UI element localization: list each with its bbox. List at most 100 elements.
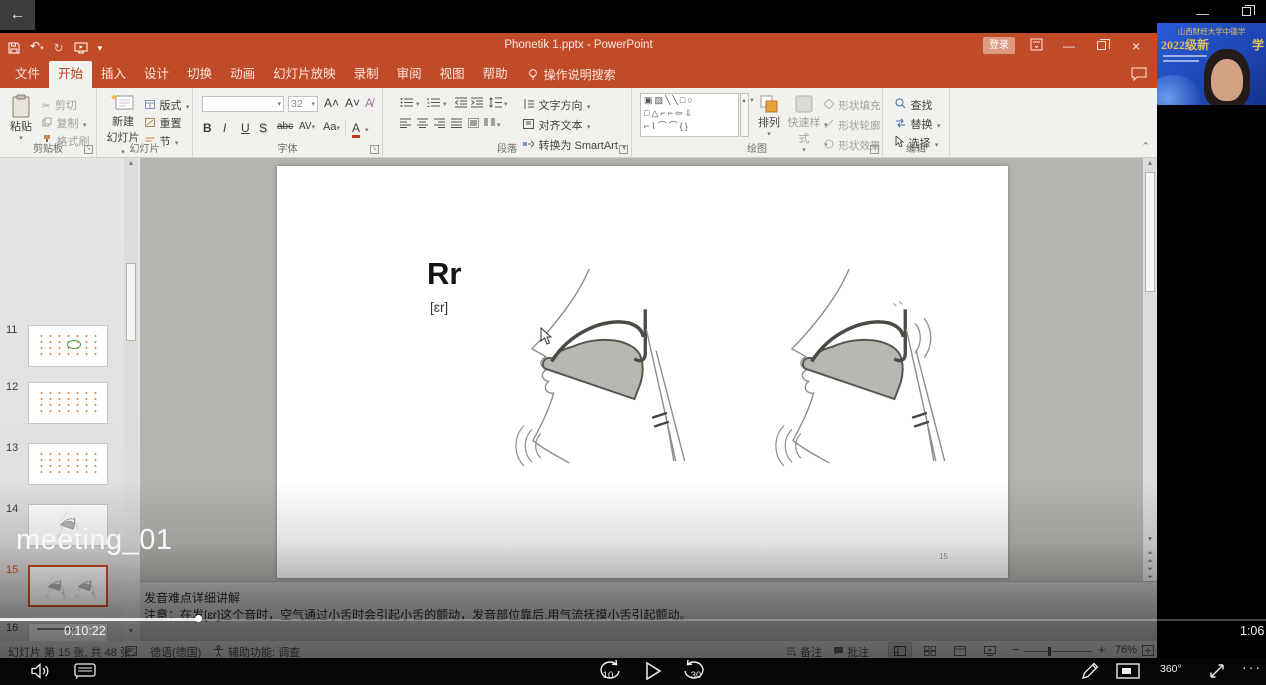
font-dialog-launcher[interactable]: ↘ <box>370 145 379 154</box>
shrink-font-icon[interactable]: A˅ <box>345 96 360 110</box>
ribbon-display-icon[interactable] <box>1030 38 1043 51</box>
tab-transitions[interactable]: 切换 <box>178 61 221 88</box>
increase-indent-icon[interactable] <box>471 97 483 108</box>
thumb-number: 13 <box>6 442 24 454</box>
font-size-combo[interactable]: 32▾ <box>288 96 318 112</box>
tab-slideshow[interactable]: 幻灯片放映 <box>264 61 345 88</box>
tab-animations[interactable]: 动画 <box>221 61 264 88</box>
tab-insert[interactable]: 插入 <box>92 61 135 88</box>
clipboard-dialog-launcher[interactable]: ↘ <box>84 145 93 154</box>
justify-icon[interactable] <box>451 118 462 128</box>
thumb-scroll-up-icon[interactable]: ▲ <box>124 160 138 167</box>
replace-button[interactable]: 替换 ▾ <box>895 115 940 133</box>
next-slide-icon[interactable]: ⏷⏷ <box>1143 566 1157 582</box>
progress-bar-handle[interactable] <box>195 615 202 622</box>
line-spacing-icon[interactable] <box>489 97 502 108</box>
paste-button[interactable]: 粘贴 ▾ <box>10 94 32 142</box>
slide-thumbnail-11[interactable] <box>28 325 108 367</box>
editor-scroll-up-icon[interactable]: ▲ <box>1143 160 1157 167</box>
drawing-dialog-launcher[interactable]: ↘ <box>870 145 879 154</box>
fit-slide-icon[interactable] <box>1142 645 1154 656</box>
rotate-360-button[interactable]: 360° <box>1160 663 1182 675</box>
grow-font-icon[interactable]: A˄ <box>324 96 339 110</box>
slide-canvas[interactable]: Rr [ɛr] 15 <box>277 166 1008 578</box>
paragraph-dialog-launcher[interactable]: ↘ <box>619 145 628 154</box>
annotate-pencil-icon[interactable] <box>1080 661 1100 681</box>
editor-scroll-down-icon[interactable]: ▼ <box>1143 536 1157 543</box>
previous-slide-icon[interactable]: ⏶⏶ <box>1143 550 1157 566</box>
zoom-slider-handle[interactable] <box>1048 647 1051 656</box>
slide-thumbnail-12[interactable] <box>28 382 108 424</box>
outer-minimize-icon[interactable]: — <box>1196 4 1209 24</box>
tab-review[interactable]: 审阅 <box>388 61 431 88</box>
align-left-icon[interactable] <box>400 118 411 128</box>
rewind-10-button[interactable]: 10 <box>596 659 622 683</box>
numbering-icon[interactable] <box>427 97 441 108</box>
notes-indicator-icon[interactable] <box>126 646 137 656</box>
layout-button[interactable]: 版式 ▾ <box>145 96 189 114</box>
window-close-icon[interactable]: × <box>1132 36 1140 56</box>
align-center-icon[interactable] <box>417 118 428 128</box>
window-minimize-icon[interactable]: — <box>1063 36 1075 56</box>
slide-thumbnail-13[interactable] <box>28 443 108 485</box>
columns-icon[interactable] <box>484 118 495 128</box>
sign-in-button[interactable]: 登录 <box>983 37 1015 54</box>
align-right-icon[interactable] <box>434 118 445 128</box>
text-shadow-button[interactable]: S <box>259 121 267 135</box>
find-button[interactable]: 查找 <box>895 96 932 114</box>
collapse-ribbon-icon[interactable]: ⌃ <box>1141 140 1150 153</box>
zoom-in-icon[interactable]: + <box>1098 642 1106 657</box>
decrease-indent-icon[interactable] <box>455 97 467 108</box>
tab-home[interactable]: 开始 <box>49 61 92 88</box>
tab-view[interactable]: 视图 <box>431 61 474 88</box>
outer-restore-icon[interactable] <box>1242 7 1251 16</box>
zoom-slider-track[interactable] <box>1024 651 1092 652</box>
distribute-icon[interactable] <box>468 118 479 128</box>
editor-scroll-thumb[interactable] <box>1145 172 1155 292</box>
back-button[interactable]: ← <box>0 0 35 30</box>
reset-button[interactable]: 重置 <box>145 114 181 132</box>
notes-pane[interactable]: 发音难点详细讲解 注意：在发[ɛr]这个音时，空气通过小舌时会引起小舌的颤动，发… <box>140 581 1157 641</box>
bullets-icon[interactable] <box>400 97 414 108</box>
picture-in-picture-icon[interactable] <box>1116 663 1140 679</box>
more-options-icon[interactable]: ··· <box>1242 659 1262 675</box>
tab-record[interactable]: 录制 <box>345 61 388 88</box>
text-direction-button[interactable]: 文字方向 ▾ <box>523 96 590 114</box>
progress-bar-played <box>0 618 198 621</box>
char-spacing-button[interactable]: AV▾ <box>299 121 315 132</box>
shapes-gallery-scroll[interactable]: ▲·▼ <box>740 93 749 137</box>
align-text-button[interactable]: 对齐文本 ▾ <box>523 116 590 134</box>
underline-button[interactable]: U <box>241 121 250 135</box>
volume-icon[interactable] <box>30 663 50 679</box>
copy-button[interactable]: 复制 ▾ <box>42 114 86 132</box>
tab-design[interactable]: 设计 <box>135 61 178 88</box>
comments-icon[interactable] <box>1131 67 1147 81</box>
clear-format-icon[interactable]: A̸ <box>365 96 373 110</box>
bold-button[interactable]: B <box>203 121 212 135</box>
thumb-scroll-down-icon[interactable]: ▼ <box>124 628 138 635</box>
tab-help[interactable]: 帮助 <box>474 61 517 88</box>
zoom-out-icon[interactable]: − <box>1012 642 1020 657</box>
arrange-button[interactable]: 排列▾ <box>754 94 784 138</box>
play-button[interactable] <box>644 661 662 681</box>
forward-30-button[interactable]: 30 <box>682 659 708 683</box>
tab-file[interactable]: 文件 <box>6 61 49 88</box>
italic-button[interactable]: I <box>223 121 226 135</box>
webcam-overlay[interactable]: 山西财经大学中德学 2022级新 学 <box>1157 23 1266 105</box>
cut-button[interactable]: ✂ 剪切 <box>42 96 77 114</box>
keyboard-icon[interactable] <box>74 663 96 679</box>
shape-fill-icon <box>824 96 834 113</box>
thumbnail-scrollbar[interactable] <box>124 158 138 641</box>
tell-me-search[interactable]: 操作说明搜索 <box>527 66 616 83</box>
zoom-percentage[interactable]: 76% <box>1115 644 1137 656</box>
shapes-gallery[interactable]: ▣▨╲╲□○ □△⌐⌐⇦⇩ ⌐⌇⌒⌒{} <box>640 93 739 137</box>
fullscreen-icon[interactable] <box>1208 662 1226 680</box>
slide-thumbnail-15[interactable] <box>28 565 108 607</box>
find-icon <box>895 96 906 113</box>
font-color-button[interactable]: A <box>352 121 360 138</box>
change-case-button[interactable]: Aa▾ <box>323 121 340 133</box>
thumbnail-scroll-thumb[interactable] <box>126 263 136 341</box>
strikethrough-button[interactable]: abc <box>277 121 293 132</box>
font-name-combo[interactable]: ▾ <box>202 96 284 112</box>
window-restore-icon[interactable] <box>1097 41 1106 50</box>
